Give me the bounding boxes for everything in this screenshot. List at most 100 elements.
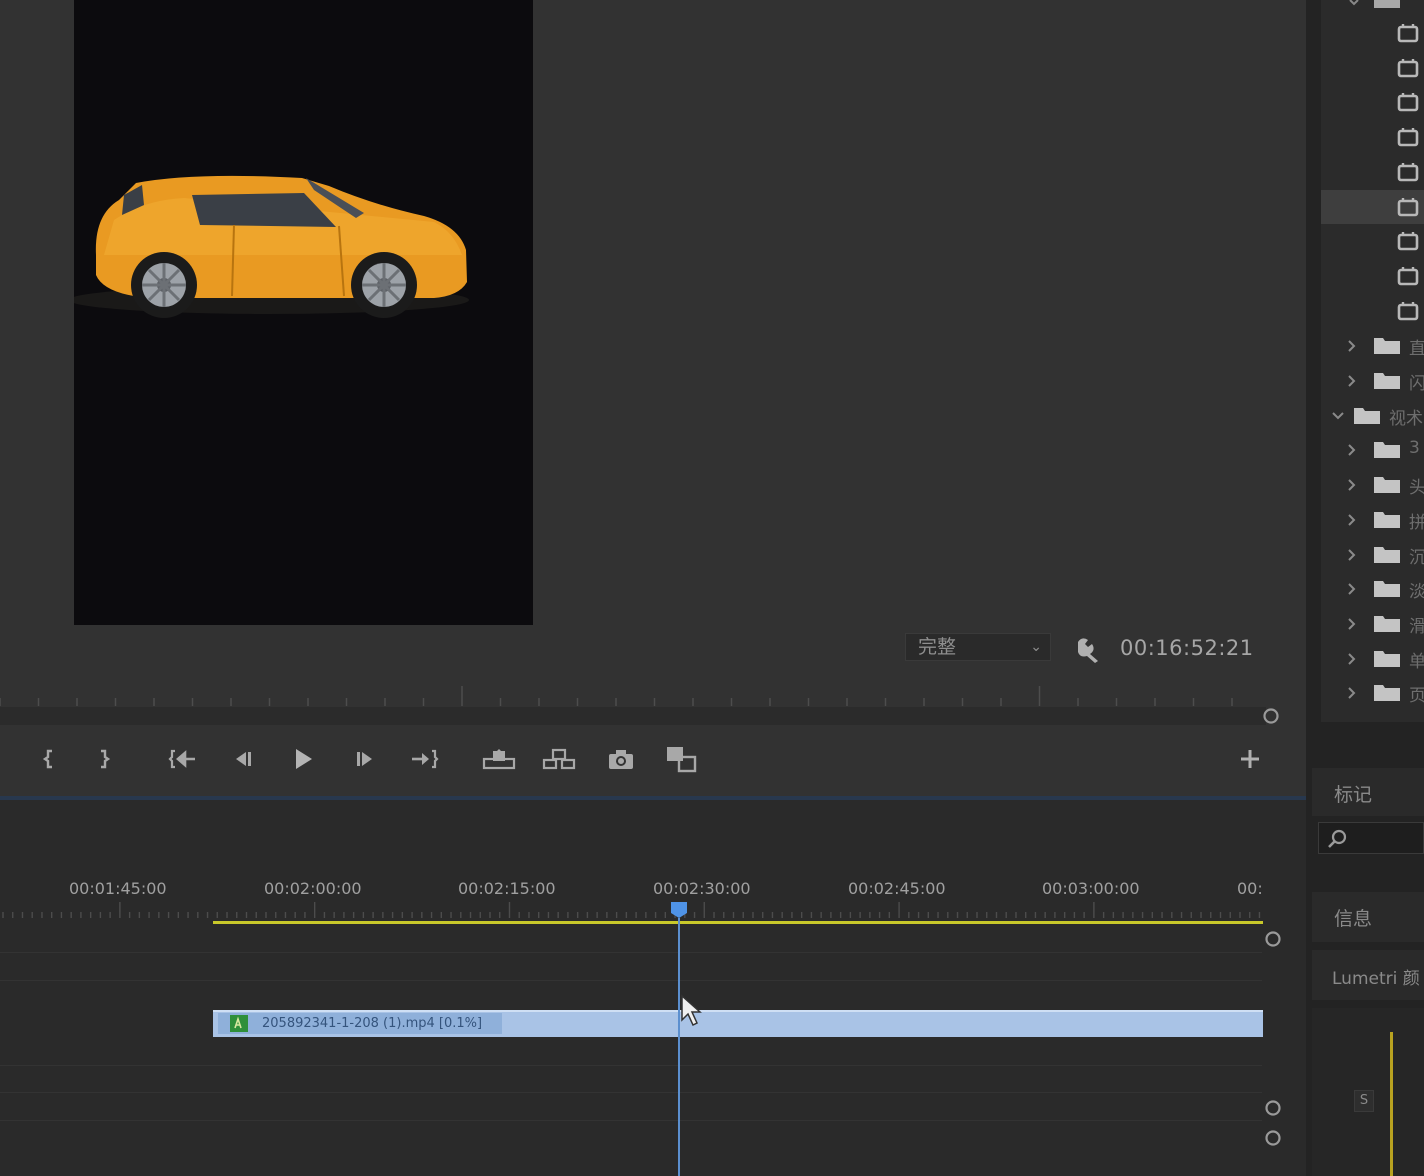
mark-out-button[interactable] (87, 742, 121, 776)
project-folder-item[interactable]: 页 (1321, 675, 1424, 709)
folder-label: 视术 (1389, 408, 1423, 429)
lumetri-title: Lumetri 颜 (1332, 969, 1420, 989)
chevron-right-icon[interactable] (1345, 374, 1359, 388)
folder-label: 闪 (1409, 374, 1424, 394)
chevron-right-icon[interactable] (1345, 548, 1359, 562)
play-icon (296, 749, 312, 769)
extract-icon (542, 748, 576, 770)
playhead-line[interactable] (678, 918, 680, 1176)
folder-label: 拼 (1409, 512, 1424, 533)
scroll-handle-icon[interactable] (1262, 707, 1280, 725)
project-folder-item[interactable]: 闪 (1321, 363, 1424, 397)
project-folder-item[interactable]: 视术 (1321, 398, 1424, 432)
scroll-handle-icon[interactable] (1264, 1099, 1282, 1117)
scroll-handle-icon[interactable] (1264, 930, 1282, 948)
track-divider (0, 1065, 1262, 1066)
monitor-zoom-scrollbar[interactable] (0, 707, 1266, 725)
folder-icon (1374, 650, 1400, 667)
folder-label: 3 (1409, 438, 1420, 459)
project-folder-item[interactable]: 淡 (1321, 571, 1424, 605)
folder-icon (1354, 407, 1380, 424)
chevron-right-icon[interactable] (1345, 686, 1359, 700)
work-area-bar[interactable] (213, 921, 1263, 924)
clip-name: 205892341-1-208 (1).mp4 [0.1%] (262, 1016, 483, 1031)
project-folder-item[interactable]: 单 (1321, 641, 1424, 675)
folder-icon (1374, 615, 1400, 632)
project-clip-item[interactable] (1321, 120, 1424, 154)
export-frame-button[interactable] (604, 742, 638, 776)
folder-icon (1374, 581, 1400, 598)
project-folder-item[interactable]: 头 (1321, 467, 1424, 501)
clip-icon (1397, 128, 1419, 147)
chevron-right-icon[interactable] (1345, 617, 1359, 631)
project-folder-item[interactable]: 3 (1321, 432, 1424, 466)
monitor-time-ruler[interactable] (0, 684, 1262, 708)
comparison-view-button[interactable] (664, 742, 698, 776)
chevron-right-icon[interactable] (1345, 652, 1359, 666)
lift-button[interactable] (482, 742, 516, 776)
clip-icon (1397, 24, 1419, 43)
playhead-timecode[interactable]: 00:16:52:21 (1120, 636, 1254, 660)
go-to-out-button[interactable] (407, 742, 441, 776)
project-clip-item[interactable] (1321, 224, 1424, 258)
add-button[interactable] (1233, 742, 1267, 776)
chevron-right-icon[interactable] (1345, 339, 1359, 353)
mouse-cursor-icon (681, 994, 702, 1027)
step-forward-button[interactable] (348, 742, 382, 776)
chevron-right-icon[interactable] (1345, 443, 1359, 457)
project-folder-item[interactable]: 滑 (1321, 606, 1424, 640)
ruler-label: 00:02:15:00 (458, 879, 556, 898)
project-clip-item[interactable] (1321, 155, 1424, 189)
chevron-down-icon[interactable] (1331, 409, 1345, 423)
playback-resolution-select[interactable]: 完整 ⌄ (905, 633, 1051, 661)
chevron-right-icon[interactable] (1345, 478, 1359, 492)
project-folder-item[interactable]: 沉 (1321, 537, 1424, 571)
clip-icon (1397, 266, 1419, 286)
track-divider (0, 1120, 1262, 1121)
extract-button[interactable] (542, 742, 576, 776)
ruler-label: 00:02:30:00 (653, 879, 751, 898)
chevron-right-icon[interactable] (1345, 513, 1359, 527)
scroll-handle-icon[interactable] (1264, 1129, 1282, 1147)
search-icon (1328, 829, 1347, 848)
markers-search-input[interactable] (1318, 822, 1424, 854)
project-clip-item[interactable] (1321, 294, 1424, 328)
project-folder-item[interactable]: 直 (1321, 328, 1424, 362)
project-clip-item[interactable] (1321, 51, 1424, 85)
folder-label: 直 (1409, 339, 1424, 360)
comparison-icon (667, 747, 697, 773)
chevron-right-icon[interactable] (1345, 582, 1359, 596)
project-clip-item[interactable] (1321, 259, 1424, 293)
wrench-icon[interactable] (1072, 634, 1102, 664)
ruler-label: 00:02:00:00 (264, 879, 362, 898)
step-back-icon (236, 752, 251, 766)
play-button[interactable] (286, 742, 320, 776)
folder-label: 页 (1409, 686, 1424, 707)
project-clip-item[interactable] (1321, 85, 1424, 119)
clip-icon (1397, 58, 1419, 77)
folder-icon (1374, 477, 1400, 494)
timeline-ruler[interactable] (0, 900, 1262, 922)
project-clip-item[interactable] (1321, 189, 1424, 224)
track-divider (0, 1092, 1262, 1093)
markers-panel-header[interactable]: 标记 (1312, 768, 1424, 816)
playhead-handle-icon[interactable] (670, 901, 688, 919)
step-back-button[interactable] (226, 742, 260, 776)
lumetri-scopes: S (1312, 1008, 1424, 1176)
project-clip-item[interactable] (1321, 16, 1424, 50)
car-image (74, 175, 469, 318)
folder-icon (1374, 338, 1400, 355)
folder-icon (1374, 373, 1400, 389)
go-to-in-button[interactable] (166, 742, 200, 776)
lumetri-panel-header[interactable]: Lumetri 颜 (1312, 950, 1424, 1000)
info-panel-header[interactable]: 信息 (1312, 892, 1424, 942)
track-divider (0, 980, 1262, 981)
folder-icon (1349, 0, 1400, 8)
plus-icon (1241, 750, 1259, 768)
ruler-label: 00: (1237, 879, 1263, 898)
project-folder-item[interactable]: 拼 (1321, 502, 1424, 536)
folder-label: 淡 (1409, 582, 1424, 603)
go-to-out-icon (412, 749, 439, 769)
track-divider (0, 952, 1262, 953)
mark-in-button[interactable] (32, 742, 66, 776)
